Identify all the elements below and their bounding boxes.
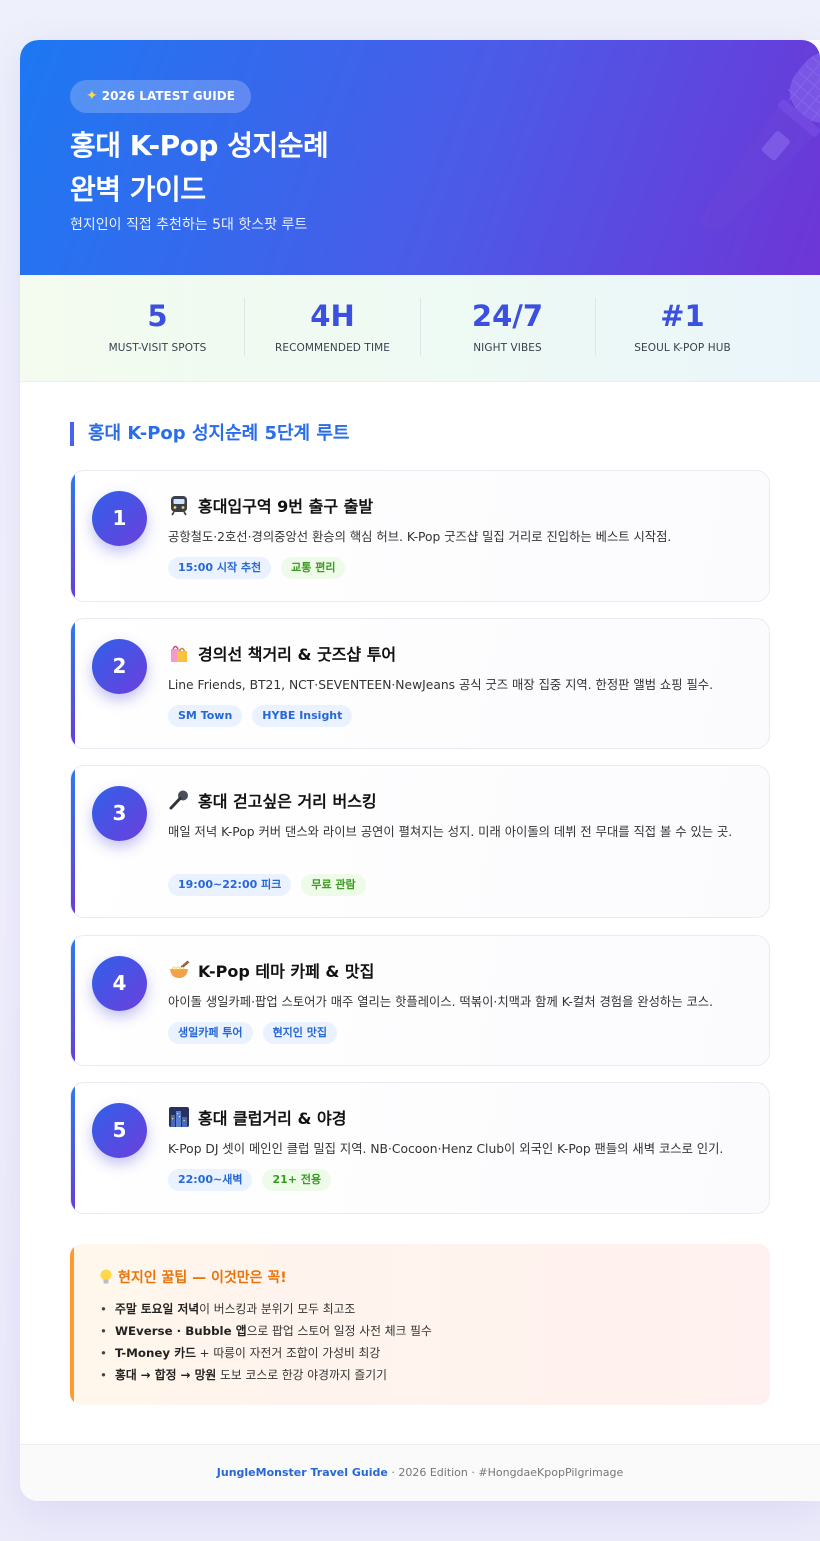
hero-banner: ✦ 2026 LATEST GUIDE 홍대 K-Pop 성지순례 완벽 가이드… bbox=[20, 40, 820, 275]
tips-title: 현지인 꿀팁 — 이것만은 꼭! bbox=[98, 1267, 287, 1287]
stat-time: 4H RECOMMENDED TIME bbox=[245, 275, 420, 382]
step-title: 홍대 클럽거리 & 야경 bbox=[168, 1105, 346, 1129]
stat-hub: #1 SEOUL K-POP HUB bbox=[595, 275, 770, 382]
tag: 21+ 전용 bbox=[262, 1169, 332, 1191]
stat-value: 5 bbox=[147, 299, 168, 333]
step-description: 공항철도·2호선·경의중앙선 환승의 핵심 허브. K-Pop 굿즈샵 밀집 거… bbox=[168, 530, 672, 544]
step-description: Line Friends, BT21, NCT·SEVENTEEN·NewJea… bbox=[168, 678, 714, 692]
route-step-4: 4 K-Pop 테마 카페 & 맛집 아이돌 생일카페·팝업 스토어가 매주 열… bbox=[70, 935, 770, 1066]
microphone-decoration-icon bbox=[698, 49, 820, 230]
step-description: 아이돌 생일카페·팝업 스토어가 매주 열리는 핫플레이스. 떡볶이·치맥과 함… bbox=[168, 995, 713, 1009]
footer-brand: JungleMonster Travel Guide bbox=[216, 1466, 388, 1479]
step-accent-bar bbox=[71, 766, 75, 917]
step-accent-bar bbox=[71, 619, 75, 748]
footer: JungleMonster Travel Guide · 2026 Editio… bbox=[20, 1444, 820, 1501]
step-title: 경의선 책거리 & 굿즈샵 투어 bbox=[168, 641, 396, 665]
noodle-bowl-icon bbox=[170, 960, 190, 978]
tag: 22:00~새벽 bbox=[168, 1169, 253, 1191]
tip-highlight: 홍대 → 합정 → 망원 bbox=[114, 1368, 217, 1382]
badge-label: 2026 LATEST GUIDE bbox=[101, 89, 235, 103]
step-tags: 생일카페 투어 현지인 맛집 bbox=[168, 1022, 337, 1044]
step-title: K-Pop 테마 카페 & 맛집 bbox=[168, 958, 374, 982]
step-title-text: 홍대 클럽거리 & 야경 bbox=[198, 1109, 347, 1128]
guide-card: ✦ 2026 LATEST GUIDE 홍대 K-Pop 성지순례 완벽 가이드… bbox=[20, 40, 820, 1501]
shopping-bags-icon bbox=[171, 645, 187, 662]
tag: 현지인 맛집 bbox=[262, 1022, 337, 1044]
night-city-icon bbox=[169, 1107, 189, 1127]
stats-bar: 5 MUST-VISIT SPOTS 4H RECOMMENDED TIME 2… bbox=[20, 275, 820, 382]
tip-text: 도보 코스로 한강 야경까지 즐기기 bbox=[216, 1368, 387, 1382]
step-title-text: 경의선 책거리 & 굿즈샵 투어 bbox=[198, 645, 397, 664]
tip-item: WEverse · Bubble 앱으로 팝업 스토어 일정 사전 체크 필수 bbox=[100, 1320, 432, 1342]
tag: 생일카페 투어 bbox=[168, 1022, 253, 1044]
step-tags: 19:00~22:00 피크 무료 관람 bbox=[168, 874, 366, 896]
tag: 19:00~22:00 피크 bbox=[168, 874, 292, 896]
route-step-3: 3 홍대 걷고싶은 거리 버스킹 매일 저녁 K-Pop 커버 댄스와 라이브 … bbox=[70, 765, 770, 918]
local-tips-box: 현지인 꿀팁 — 이것만은 꼭! 주말 토요일 저녁이 버스킹과 분위기 모두 … bbox=[70, 1244, 770, 1405]
tips-accent-bar bbox=[70, 1244, 74, 1405]
tag: 교통 편리 bbox=[281, 557, 346, 579]
step-tags: 15:00 시작 추천 교통 편리 bbox=[168, 557, 346, 579]
section-title: 홍대 K-Pop 성지순례 5단계 루트 bbox=[70, 422, 350, 446]
step-title: 홍대 걷고싶은 거리 버스킹 bbox=[168, 788, 377, 812]
route-step-5: 5 홍대 클럽거리 & 야경 K-Pop DJ 셋이 메인인 클럽 밀집 지역.… bbox=[70, 1082, 770, 1214]
sparkle-star-icon: ✦ bbox=[86, 88, 98, 104]
step-accent-bar bbox=[71, 936, 75, 1065]
step-title: 홍대입구역 9번 출구 출발 bbox=[168, 493, 373, 517]
stat-label: SEOUL K-POP HUB bbox=[634, 342, 731, 354]
stat-label: RECOMMENDED TIME bbox=[274, 342, 391, 354]
step-number: 2 bbox=[92, 639, 147, 694]
step-accent-bar bbox=[71, 471, 75, 601]
hero-subtitle: 현지인이 직접 추천하는 5대 핫스팟 루트 bbox=[70, 217, 308, 233]
tag: 무료 관람 bbox=[301, 874, 366, 896]
tip-text: 으로 팝업 스토어 일정 사전 체크 필수 bbox=[246, 1324, 432, 1338]
tag: 15:00 시작 추천 bbox=[168, 557, 272, 579]
step-description: K-Pop DJ 셋이 메인인 클럽 밀집 지역. NB·Cocoon·Henz… bbox=[168, 1142, 724, 1156]
tag: HYBE Insight bbox=[252, 705, 353, 727]
title-line-1: 홍대 K-Pop 성지순례 bbox=[70, 129, 329, 162]
tip-text: + 따릉이 자전거 조합이 가성비 최강 bbox=[195, 1346, 381, 1360]
tip-item: 주말 토요일 저녁이 버스킹과 분위기 모두 최고조 bbox=[100, 1298, 432, 1320]
stat-value: 24/7 bbox=[471, 299, 544, 333]
tip-highlight: WEverse · Bubble 앱 bbox=[114, 1324, 247, 1338]
step-number: 4 bbox=[92, 956, 147, 1011]
step-accent-bar bbox=[71, 1083, 75, 1213]
title-line-2: 완벽 가이드 bbox=[70, 173, 206, 206]
step-title-text: 홍대입구역 9번 출구 출발 bbox=[198, 497, 374, 516]
tips-title-text: 현지인 꿀팁 — 이것만은 꼭! bbox=[118, 1270, 287, 1286]
step-description: 매일 저녁 K-Pop 커버 댄스와 라이브 공연이 펼쳐지는 성지. 미래 아… bbox=[168, 825, 733, 839]
tip-highlight: T-Money 카드 bbox=[114, 1346, 196, 1360]
route-step-2: 2 경의선 책거리 & 굿즈샵 투어 Line Friends, BT21, N… bbox=[70, 618, 770, 749]
tip-item: T-Money 카드 + 따릉이 자전거 조합이 가성비 최강 bbox=[100, 1342, 432, 1364]
stat-label: NIGHT VIBES bbox=[473, 342, 542, 354]
tip-highlight: 주말 토요일 저녁 bbox=[114, 1302, 200, 1316]
step-number: 5 bbox=[92, 1103, 147, 1158]
step-number: 3 bbox=[92, 786, 147, 841]
step-tags: SM Town HYBE Insight bbox=[168, 705, 353, 727]
lightbulb-icon bbox=[100, 1269, 112, 1284]
step-tags: 22:00~새벽 21+ 전용 bbox=[168, 1169, 332, 1191]
stat-value: 4H bbox=[310, 299, 355, 333]
stat-value: #1 bbox=[660, 299, 705, 333]
page-title: 홍대 K-Pop 성지순례 완벽 가이드 bbox=[70, 124, 329, 212]
microphone-icon bbox=[169, 790, 188, 810]
tag: SM Town bbox=[168, 705, 243, 727]
guide-badge: ✦ 2026 LATEST GUIDE bbox=[70, 80, 251, 113]
tips-list: 주말 토요일 저녁이 버스킹과 분위기 모두 최고조 WEverse · Bub… bbox=[100, 1298, 432, 1386]
stat-spots: 5 MUST-VISIT SPOTS bbox=[70, 275, 245, 382]
footer-text: · 2026 Edition · #HongdaeKpopPilgrimage bbox=[387, 1466, 624, 1479]
tip-text: 이 버스킹과 분위기 모두 최고조 bbox=[199, 1302, 356, 1316]
tip-item: 홍대 → 합정 → 망원 도보 코스로 한강 야경까지 즐기기 bbox=[100, 1364, 432, 1386]
stat-night: 24/7 NIGHT VIBES bbox=[420, 275, 595, 382]
step-number: 1 bbox=[92, 491, 147, 546]
step-title-text: 홍대 걷고싶은 거리 버스킹 bbox=[198, 792, 377, 811]
stat-label: MUST-VISIT SPOTS bbox=[108, 342, 207, 354]
route-step-1: 1 홍대입구역 9번 출구 출발 공항철도·2호선·경의중앙선 환승의 핵심 허… bbox=[70, 470, 770, 602]
step-title-text: K-Pop 테마 카페 & 맛집 bbox=[198, 962, 375, 981]
subway-icon bbox=[171, 496, 187, 516]
